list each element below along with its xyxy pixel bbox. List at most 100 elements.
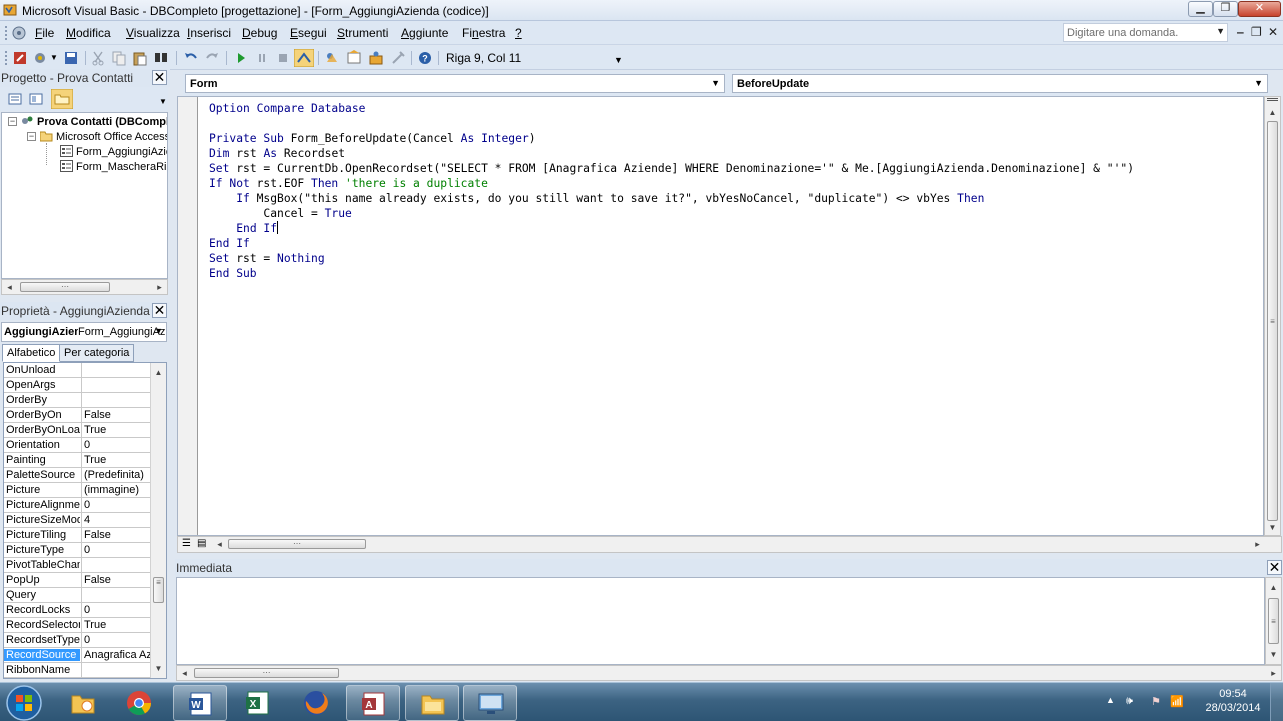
tree-item-access-objects[interactable]: Microsoft Office Access Oggetti classe	[40, 130, 167, 144]
menu-file[interactable]: File	[35, 26, 54, 40]
scroll-up-icon[interactable]: ▲	[151, 365, 166, 380]
property-value[interactable]	[81, 378, 150, 392]
property-value[interactable]	[81, 393, 150, 407]
menu-inserisci[interactable]: Inserisci	[187, 26, 231, 40]
menu-aggiunte[interactable]: Aggiunte	[401, 26, 448, 40]
scroll-left-icon[interactable]: ◂	[177, 666, 192, 680]
run-icon[interactable]	[233, 50, 249, 66]
immediate-vscroll[interactable]: ▲ ≡ ▼	[1265, 577, 1282, 665]
redo-icon[interactable]	[204, 50, 220, 66]
undo-icon[interactable]	[183, 50, 199, 66]
property-value[interactable]: False	[81, 528, 150, 542]
taskbar-excel[interactable]: X	[231, 685, 285, 721]
code-line[interactable]: Set rst = CurrentDb.OpenRecordset("SELEC…	[209, 161, 1134, 176]
code-line[interactable]	[209, 116, 1134, 131]
menu-esegui[interactable]: Esegui	[290, 26, 327, 40]
property-row[interactable]: Painting True	[4, 453, 150, 468]
code-line[interactable]: Set rst = Nothing	[209, 251, 1134, 266]
properties-close-button[interactable]: ✕	[152, 303, 167, 318]
property-row[interactable]: RecordsetType 0	[4, 633, 150, 648]
show-desktop-button[interactable]	[1270, 683, 1283, 721]
property-row[interactable]: OnUnload	[4, 363, 150, 378]
cut-icon[interactable]	[90, 50, 106, 66]
scroll-up-icon[interactable]: ▲	[1265, 105, 1280, 120]
procedure-view-icon[interactable]: ☰	[182, 538, 191, 549]
property-value[interactable]: (immagine)	[81, 483, 150, 497]
immediate-hscroll[interactable]: ◂ ⋯ ▸	[176, 665, 1282, 681]
immediate-input[interactable]	[176, 577, 1265, 665]
taskbar-file-explorer[interactable]	[405, 685, 459, 721]
property-value[interactable]: 0	[81, 543, 150, 557]
tray-expand-icon[interactable]: ▲	[1106, 695, 1115, 705]
scroll-down-icon[interactable]: ▼	[151, 661, 166, 676]
scroll-thumb[interactable]: ≡	[1268, 598, 1279, 644]
property-row[interactable]: RibbonName	[4, 663, 150, 678]
menu-visualizza[interactable]: Visualizza	[126, 26, 180, 40]
code-line[interactable]: Dim rst As Recordset	[209, 146, 1134, 161]
property-value[interactable]	[81, 663, 150, 677]
paste-icon[interactable]	[132, 50, 148, 66]
chevron-down-icon[interactable]: ▼	[711, 78, 720, 88]
procedure-combo[interactable]: BeforeUpdate ▼	[732, 74, 1268, 93]
close-button[interactable]: ✕	[1238, 1, 1281, 17]
toolbar-options-icon[interactable]: ▼	[614, 55, 623, 65]
property-row[interactable]: Orientation 0	[4, 438, 150, 453]
view-object-icon[interactable]	[28, 91, 44, 107]
taskbar-firefox[interactable]	[289, 685, 343, 721]
taskbar-access[interactable]: A	[346, 685, 400, 721]
scroll-thumb[interactable]: ≡	[1267, 121, 1278, 521]
property-row[interactable]: OrderByOn False	[4, 408, 150, 423]
chevron-down-icon[interactable]: ▼	[1216, 26, 1225, 36]
toolbox-icon[interactable]	[390, 50, 406, 66]
chevron-down-icon[interactable]: ▼	[50, 53, 58, 62]
tab-alfabetico[interactable]: Alfabetico	[2, 344, 61, 362]
property-value[interactable]	[81, 363, 150, 377]
code-editor[interactable]: Option Compare Database Private Sub Form_…	[177, 96, 1264, 536]
scroll-right-icon[interactable]: ▸	[152, 280, 167, 294]
tree-item-project[interactable]: Prova Contatti (DBCompleto)	[21, 115, 167, 129]
property-value[interactable]: True	[81, 423, 150, 437]
minimize-button[interactable]: ▁	[1188, 1, 1213, 17]
vba-menu-icon[interactable]	[11, 25, 27, 41]
insert-module-icon[interactable]	[32, 50, 48, 66]
property-value[interactable]: False	[81, 408, 150, 422]
object-combo[interactable]: Form ▼	[185, 74, 725, 93]
help-icon[interactable]: ?	[417, 50, 433, 66]
property-row[interactable]: PopUp False	[4, 573, 150, 588]
start-button[interactable]	[4, 683, 44, 721]
code-line[interactable]: End Sub	[209, 266, 1134, 281]
menu-strumenti[interactable]: Strumenti	[337, 26, 388, 40]
tree-item-form-aggiungi-azienda[interactable]: Form_AggiungiAzienda	[60, 145, 167, 159]
scroll-left-icon[interactable]: ◂	[212, 537, 227, 551]
taskbar-remote-desktop[interactable]	[463, 685, 517, 721]
property-value[interactable]: 0	[81, 633, 150, 647]
scroll-thumb[interactable]: ≡	[153, 577, 164, 603]
toggle-folders-icon[interactable]	[51, 89, 73, 109]
project-toolbar-options-icon[interactable]: ▼	[159, 97, 167, 106]
design-mode-icon[interactable]	[294, 49, 314, 67]
immediate-close-button[interactable]: ✕	[1267, 560, 1282, 575]
property-row[interactable]: PictureSizeMode4	[4, 513, 150, 528]
project-close-button[interactable]: ✕	[152, 70, 167, 85]
margin-indicator-bar[interactable]	[178, 97, 198, 535]
object-browser-icon[interactable]	[368, 50, 384, 66]
tree-item-form-maschera-ricerca[interactable]: Form_MascheraRicerca	[60, 160, 167, 174]
project-hscroll[interactable]: ◂ ⋯ ▸	[1, 279, 168, 295]
property-value[interactable]: (Predefinita)	[81, 468, 150, 482]
property-value[interactable]: 4	[81, 513, 150, 527]
scroll-left-icon[interactable]: ◂	[2, 280, 17, 294]
property-row[interactable]: OrderBy	[4, 393, 150, 408]
collapse-icon[interactable]: −	[27, 132, 36, 141]
scroll-thumb[interactable]: ⋯	[228, 539, 366, 549]
property-value[interactable]: True	[81, 618, 150, 632]
scroll-right-icon[interactable]: ▸	[1250, 537, 1265, 551]
speaker-icon[interactable]: 🕪	[1126, 695, 1133, 708]
code-line[interactable]: Option Compare Database	[209, 101, 1134, 116]
properties-window-icon[interactable]	[346, 50, 362, 66]
scroll-thumb[interactable]: ⋯	[20, 282, 110, 292]
property-row[interactable]: RecordLocks 0	[4, 603, 150, 618]
code-line[interactable]: If MsgBox("this name already exists, do …	[209, 191, 1134, 206]
copy-icon[interactable]	[111, 50, 127, 66]
full-module-view-icon[interactable]: ▤	[197, 538, 206, 549]
pause-icon[interactable]	[254, 50, 270, 66]
